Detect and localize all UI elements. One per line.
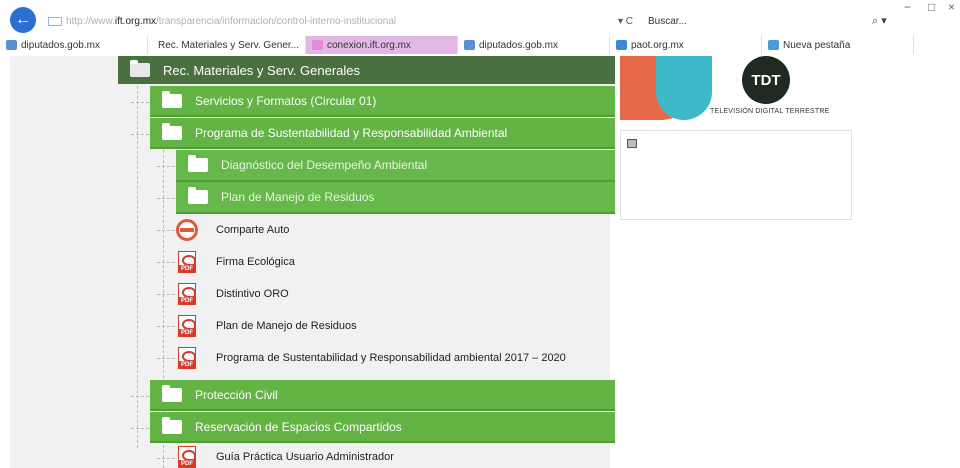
tab-favicon-icon (464, 40, 475, 50)
tree-connector (157, 262, 175, 263)
tab-favicon-icon (616, 40, 627, 50)
url-prefix: http://www. (66, 15, 115, 27)
tree-node-plan-manejo[interactable]: Plan de Manejo de Residuos (176, 182, 615, 214)
minimize-button[interactable]: − (904, 0, 911, 14)
tree-connector (157, 198, 175, 199)
banner-shape (656, 56, 712, 120)
tree-leaf-label: Guía Práctica Usuario Administrador (216, 451, 394, 463)
tree-leaf-distintivo-oro[interactable]: Distintivo ORO (178, 278, 289, 310)
tree-leaf-label: Programa de Sustentabilidad y Responsabi… (216, 352, 566, 364)
pdf-icon (178, 446, 196, 468)
tree-node-label: Protección Civil (195, 387, 278, 402)
right-sidebar: TDT TELEVISIÓN DIGITAL TERRESTRE (620, 56, 852, 468)
tree-node-label: Programa de Sustentabilidad y Responsabi… (195, 125, 508, 140)
tree-leaf-plan-manejo-residuos[interactable]: Plan de Manejo de Residuos (178, 310, 357, 342)
folder-open-icon (162, 416, 182, 434)
tab-strip: diputados.gob.mx Rec. Materiales y Serv.… (0, 36, 960, 54)
folder-icon (162, 384, 182, 402)
tree-connector (157, 326, 175, 327)
search-icon[interactable]: ⌕ ▾ (872, 10, 887, 32)
url-host: ift.org.mx (114, 15, 157, 27)
folder-open-icon (162, 122, 182, 140)
tree-node-label: Rec. Materiales y Serv. Generales (163, 62, 360, 78)
folder-icon (188, 155, 208, 172)
image-placeholder-icon (627, 139, 637, 148)
pdf-icon (178, 251, 196, 273)
tree-node-diagnostico[interactable]: Diagnóstico del Desempeño Ambiental (176, 150, 615, 182)
browser-chrome: ← http://www. ift.org.mx /transparencia/… (0, 0, 960, 56)
page-favicon-icon (48, 16, 62, 26)
tree-leaf-comparte-auto[interactable]: Comparte Auto (176, 214, 289, 246)
tdt-logo: TDT (742, 56, 790, 104)
tab-label: diputados.gob.mx (479, 39, 558, 51)
tree-node-label: Plan de Manejo de Residuos (221, 190, 375, 204)
address-bar[interactable]: http://www. ift.org.mx /transparencia/in… (48, 10, 708, 32)
pdf-icon (178, 347, 196, 369)
url-path: /transparencia/informacion/control-inter… (156, 15, 397, 27)
tab-conexion[interactable]: conexion.ift.org.mx (306, 36, 458, 54)
refresh-label: ▾ C (618, 15, 634, 27)
tab-nueva-pestana[interactable]: Nueva pestaña (762, 36, 914, 54)
tree-connector (137, 86, 138, 448)
tree-leaf-label: Comparte Auto (216, 224, 290, 236)
tab-paot[interactable]: paot.org.mx (610, 36, 762, 54)
close-window-button[interactable]: × (948, 0, 955, 14)
tree-connector (157, 230, 175, 231)
pdf-icon (178, 315, 196, 337)
search-input[interactable]: Buscar... (648, 10, 888, 32)
tab-favicon-icon (768, 40, 779, 50)
tdt-banner[interactable]: TDT TELEVISIÓN DIGITAL TERRESTRE (620, 56, 852, 126)
tree-connector (131, 428, 149, 429)
tab-rec-materiales[interactable]: Rec. Materiales y Serv. Gener... (148, 36, 306, 54)
car-share-icon (176, 219, 198, 241)
tree-connector (157, 294, 175, 295)
tree-connector (157, 358, 175, 359)
page-content: Rec. Materiales y Serv. Generales Servic… (0, 56, 960, 468)
tab-diputados-1[interactable]: diputados.gob.mx (0, 36, 148, 54)
tree-connector (131, 134, 149, 135)
tdt-caption: TELEVISIÓN DIGITAL TERRESTRE (710, 108, 830, 115)
tree-leaf-label: Distintivo ORO (216, 288, 289, 300)
tree-connector (157, 166, 175, 167)
tree-node-reservacion-espacios[interactable]: Reservación de Espacios Compartidos (150, 412, 615, 443)
tree-node-label: Servicios y Formatos (Circular 01) (195, 93, 377, 108)
tab-label: diputados.gob.mx (21, 39, 100, 51)
tree-node-rec-materiales[interactable]: Rec. Materiales y Serv. Generales (118, 56, 615, 84)
folder-icon (162, 90, 182, 108)
back-arrow-icon[interactable]: ← (10, 7, 36, 33)
tab-label: conexion.ift.org.mx (327, 39, 411, 51)
refresh-button[interactable]: ▾ C (618, 10, 633, 32)
tab-label: Rec. Materiales y Serv. Gener... (158, 39, 299, 51)
tree-leaf-guia-practica[interactable]: Guía Práctica Usuario Administrador (178, 446, 394, 468)
tree-leaf-label: Plan de Manejo de Residuos (216, 320, 357, 332)
tree-leaf-label: Firma Ecológica (216, 256, 295, 268)
image-placeholder-panel (620, 130, 852, 220)
tree-connector (131, 396, 149, 397)
tab-diputados-2[interactable]: diputados.gob.mx (458, 36, 610, 54)
tab-label: Nueva pestaña (783, 39, 851, 51)
tree-node-label: Diagnóstico del Desempeño Ambiental (221, 158, 428, 172)
pdf-icon (178, 283, 196, 305)
search-placeholder: Buscar... (648, 15, 687, 27)
tree-node-programa-sustentabilidad[interactable]: Programa de Sustentabilidad y Responsabi… (150, 118, 615, 149)
tree-leaf-firma-ecologica[interactable]: Firma Ecológica (178, 246, 295, 278)
tab-favicon-icon (6, 40, 17, 50)
tree-node-label: Reservación de Espacios Compartidos (195, 419, 402, 434)
folder-icon (188, 187, 208, 204)
maximize-button[interactable]: □ (928, 0, 935, 14)
tree-leaf-programa-2017-2020[interactable]: Programa de Sustentabilidad y Responsabi… (178, 342, 566, 374)
tree-node-proteccion-civil[interactable]: Protección Civil (150, 380, 615, 411)
tree-connector (131, 102, 149, 103)
tree-connector (157, 458, 175, 459)
tab-label: paot.org.mx (631, 39, 684, 51)
tab-favicon-icon (312, 40, 323, 50)
tree-node-servicios-formatos[interactable]: Servicios y Formatos (Circular 01) (150, 86, 615, 117)
folder-open-icon (130, 60, 150, 77)
